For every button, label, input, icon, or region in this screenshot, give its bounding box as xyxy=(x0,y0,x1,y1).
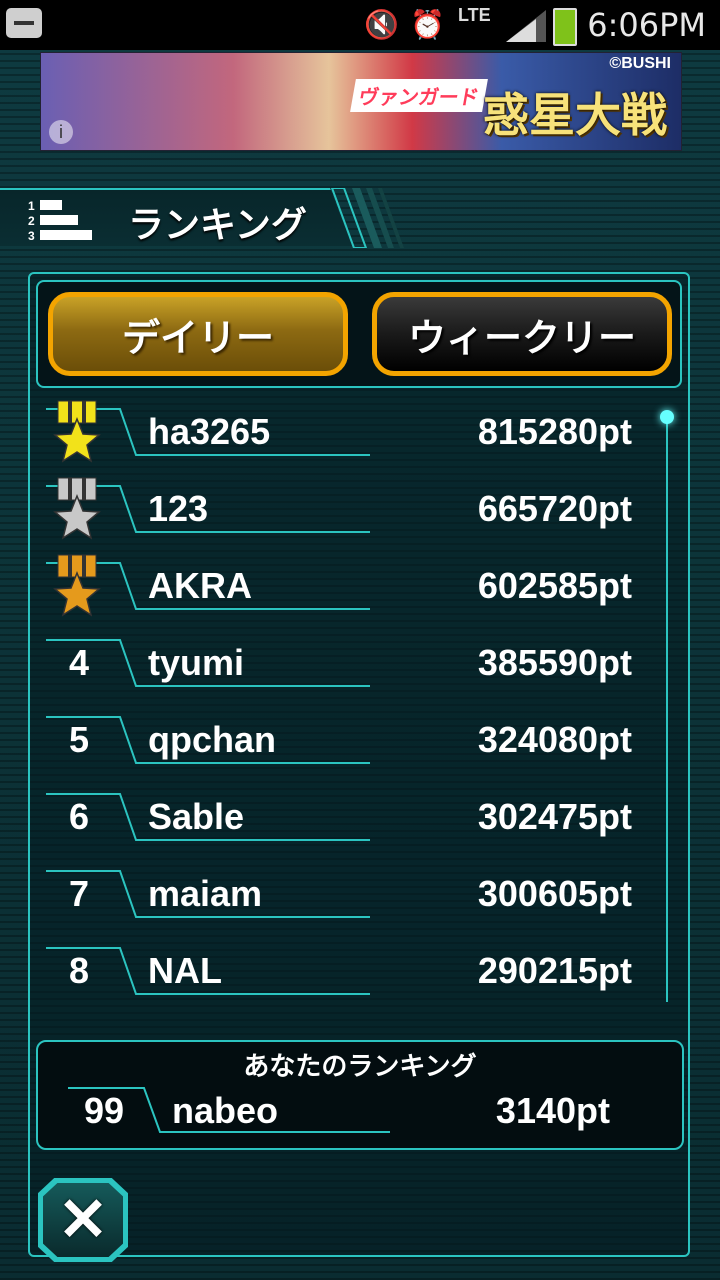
player-score: 815280pt xyxy=(477,411,632,452)
header-stripes xyxy=(330,188,404,248)
svg-text:1: 1 xyxy=(28,199,35,213)
tab-daily[interactable]: デイリー xyxy=(48,292,348,376)
rank-number: 6 xyxy=(68,796,90,837)
table-row: 5 qpchan 324080pt xyxy=(40,703,660,780)
player-score: 300605pt xyxy=(477,873,632,914)
player-name: AKRA xyxy=(148,565,252,606)
rank-number: 4 xyxy=(68,642,90,683)
player-name: NAL xyxy=(148,950,222,991)
scrollbar-track[interactable] xyxy=(666,418,668,1002)
ranking-list[interactable]: ha3265 815280pt 123 665720pt AKRA 602585pt 4 ty… xyxy=(40,395,660,1035)
svg-text:3: 3 xyxy=(28,229,35,242)
lte-icon: LTE xyxy=(458,5,491,25)
back-icon[interactable] xyxy=(6,8,42,38)
tab-weekly[interactable]: ウィークリー xyxy=(372,292,672,376)
player-score: 665720pt xyxy=(477,488,632,529)
player-name: ha3265 xyxy=(148,411,271,452)
page-title: ランキング xyxy=(128,205,307,246)
player-score: 602585pt xyxy=(477,565,632,606)
gold-medal-icon xyxy=(53,400,101,463)
ad-banner[interactable]: ©BUSHI ヴァンガード 惑星大戦 i xyxy=(40,52,682,151)
player-name: Sable xyxy=(148,796,245,837)
alarm-icon: ⏰ xyxy=(410,9,445,40)
clock: 6:06PM xyxy=(587,6,706,44)
my-ranking-title: あなたのランキング xyxy=(243,1052,477,1082)
my-score: 3140pt xyxy=(495,1090,610,1131)
rank-number: 7 xyxy=(68,873,90,914)
player-name: tyumi xyxy=(148,642,245,683)
svg-text:2: 2 xyxy=(28,214,35,228)
table-row: 8 NAL 290215pt xyxy=(40,934,660,1011)
player-score: 385590pt xyxy=(477,642,632,683)
close-button[interactable]: ✕ xyxy=(38,1178,128,1262)
ranking-icon: 1 2 3 xyxy=(28,199,92,242)
table-row: 4 tyumi 385590pt xyxy=(40,626,660,703)
my-name: nabeo xyxy=(172,1090,279,1131)
mute-icon: 🔇 xyxy=(364,9,399,40)
rank-number: 5 xyxy=(68,719,90,760)
bronze-medal-icon xyxy=(53,554,101,617)
table-row: AKRA 602585pt xyxy=(40,549,660,626)
info-icon[interactable]: i xyxy=(49,120,73,144)
signal-icon xyxy=(506,10,546,42)
player-score: 324080pt xyxy=(477,719,632,760)
close-icon: ✕ xyxy=(43,1183,123,1257)
banner-copyright: ©BUSHI xyxy=(609,55,671,72)
banner-subtitle: ヴァンガード xyxy=(350,79,488,112)
player-name: maiam xyxy=(148,873,263,914)
silver-medal-icon xyxy=(53,477,101,540)
table-row: 6 Sable 302475pt xyxy=(40,780,660,857)
table-row: ha3265 815280pt xyxy=(40,395,660,472)
table-row: 123 665720pt xyxy=(40,472,660,549)
rank-number: 8 xyxy=(68,950,90,991)
status-bar: 🔇 ⏰ LTE 6:06PM xyxy=(0,0,720,50)
scrollbar-thumb[interactable] xyxy=(660,410,674,424)
player-score: 302475pt xyxy=(477,796,632,837)
player-name: qpchan xyxy=(148,719,277,760)
table-row: 7 maiam 300605pt xyxy=(40,857,660,934)
my-rank: 99 xyxy=(83,1090,125,1131)
banner-title: 惑星大戦 xyxy=(483,88,667,142)
player-score: 290215pt xyxy=(477,950,632,991)
battery-charging-icon xyxy=(553,8,577,46)
player-name: 123 xyxy=(148,488,209,529)
